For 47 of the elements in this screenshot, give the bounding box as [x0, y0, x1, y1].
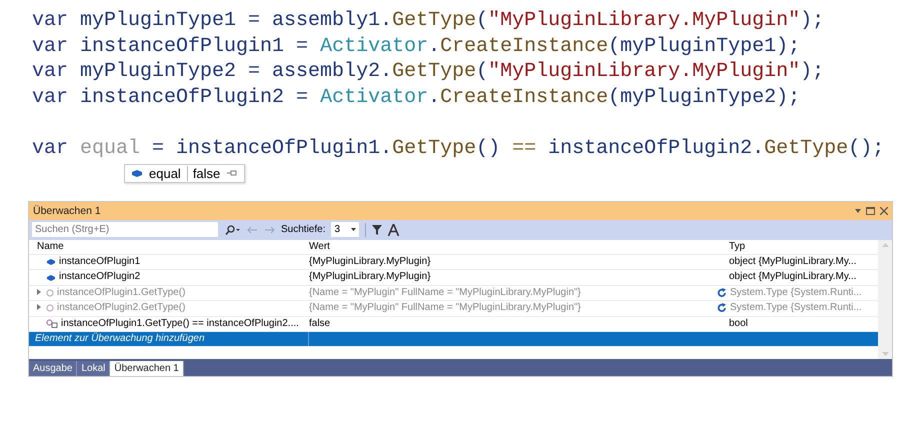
dropdown-icon[interactable]	[855, 208, 861, 213]
datatip-value: false	[186, 166, 220, 181]
expand-triangle-icon[interactable]	[37, 288, 41, 295]
panel-title: Überwachen 1	[33, 204, 101, 217]
watch-value: {MyPluginLibrary.MyPlugin}	[309, 270, 431, 284]
watch-type: System.Type {System.Runti...	[730, 301, 862, 316]
watch-value: {MyPluginLibrary.MyPlugin}	[309, 254, 431, 269]
depth-dropdown[interactable]: 3	[331, 222, 360, 238]
refresh-icon[interactable]	[717, 303, 727, 314]
expand-triangle-icon[interactable]	[37, 304, 41, 310]
search-field[interactable]: Suchen (Strg+E)	[31, 221, 219, 238]
panel-tab[interactable]: Überwachen 1	[110, 361, 184, 376]
watch-value: {Name = "MyPlugin" FullName = "MyPluginLibrary.MyPlugin"}	[309, 301, 581, 316]
pin-icon[interactable]	[226, 169, 238, 178]
panel-tab[interactable]: Lokal	[77, 361, 110, 376]
depth-label: Suchtiefe:	[281, 224, 326, 236]
watch-name: instanceOfPlugin1.GetType() == instanceOfPlugin2....	[61, 316, 299, 331]
watch-name: instanceOfPlugin1.GetType()	[57, 286, 186, 300]
expression-icon	[46, 319, 58, 328]
watch-type: object {MyPluginLibrary.My...	[729, 254, 856, 269]
datatip-name: equal	[149, 166, 181, 181]
code-line: var myPluginType2 = assembly2.GetType("MyPluginLibrary.MyPlugin");	[32, 59, 824, 85]
watch-type: System.Type {System.Runti...	[730, 286, 862, 300]
code-line: var myPluginType1 = assembly1.GetType("MyPluginLibrary.MyPlugin");	[32, 8, 824, 34]
column-header[interactable]: Wert	[309, 240, 330, 254]
add-watch-row[interactable]: Element zur Überwachung hinzufügen	[29, 332, 878, 348]
watch-value: false	[309, 316, 330, 331]
watch-type: bool	[729, 316, 748, 331]
object-icon	[131, 168, 143, 178]
watch-type: object {MyPluginLibrary.My...	[729, 270, 856, 284]
code-line: var instanceOfPlugin1 = Activator.CreateInstance(myPluginType1);	[32, 34, 800, 60]
code-line: var equal = instanceOfPlugin1.GetType() == instanceOfPlugin2.GetType();	[32, 136, 884, 162]
caret-icon[interactable]	[351, 228, 356, 232]
filter-icon[interactable]	[372, 224, 382, 235]
letter-a-icon[interactable]	[388, 224, 400, 236]
search-icon[interactable]	[225, 224, 241, 235]
column-header[interactable]: Typ	[729, 240, 746, 254]
watch-name: instanceOfPlugin1	[59, 254, 140, 269]
code-line: var instanceOfPlugin2 = Activator.CreateInstance(myPluginType2);	[32, 84, 800, 110]
watch-value: {Name = "MyPlugin" FullName = "MyPluginLibrary.MyPlugin"}	[309, 286, 581, 300]
maximize-icon[interactable]	[866, 206, 875, 215]
refresh-icon[interactable]	[717, 288, 727, 298]
column-header[interactable]: Name	[37, 240, 64, 254]
panel-tab[interactable]: Ausgabe	[29, 361, 78, 376]
watch-name: instanceOfPlugin2	[59, 270, 140, 284]
watch-name: instanceOfPlugin2.GetType()	[57, 301, 186, 316]
close-icon[interactable]	[880, 206, 888, 215]
